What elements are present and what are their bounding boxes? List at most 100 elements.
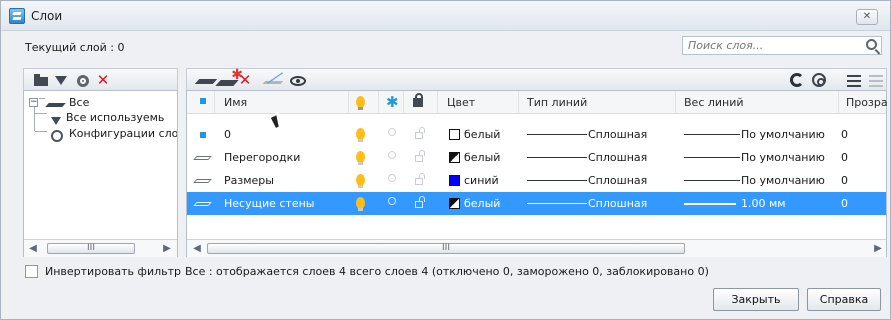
column-separator bbox=[403, 91, 404, 114]
layer-status-icon bbox=[193, 202, 212, 206]
current-layer-label: Текущий слой : 0 bbox=[25, 41, 125, 54]
solid-line-sample bbox=[527, 157, 587, 158]
scroll-right-icon[interactable]: ▶ bbox=[161, 243, 173, 255]
layer-name[interactable]: Размеры bbox=[224, 174, 274, 187]
tree-item-label: Все используемь bbox=[66, 111, 165, 124]
window-title: Слои bbox=[31, 9, 63, 23]
unlock-icon[interactable] bbox=[415, 196, 425, 208]
invert-filter-checkbox[interactable] bbox=[25, 265, 38, 278]
folder-icon[interactable] bbox=[34, 74, 48, 86]
column-separator bbox=[675, 91, 676, 114]
layer-linetype[interactable]: Сплошная bbox=[588, 128, 647, 141]
transparency-header[interactable]: Прозра bbox=[846, 96, 888, 109]
light-bulb-icon[interactable] bbox=[356, 128, 365, 142]
list-view-icon[interactable] bbox=[847, 75, 861, 87]
lineweight-header[interactable]: Вес линий bbox=[684, 96, 744, 109]
layer-transparency[interactable]: 0 bbox=[841, 197, 848, 210]
layer-transparency[interactable]: 0 bbox=[841, 128, 848, 141]
delete-layer-icon[interactable]: ✕ bbox=[238, 73, 252, 88]
visibility-bulb-icon[interactable] bbox=[356, 96, 365, 110]
current-layer-marker-icon bbox=[200, 132, 206, 138]
freeze-sun-icon[interactable] bbox=[388, 174, 396, 182]
layer-lineweight[interactable]: По умолчанию bbox=[741, 174, 825, 187]
color-swatch[interactable] bbox=[449, 129, 460, 140]
table-row-layer-dimensions[interactable]: Размеры синий Сплошная По умолчанию 0 bbox=[187, 169, 886, 192]
color-swatch[interactable] bbox=[449, 175, 460, 186]
help-button[interactable]: Справка bbox=[807, 288, 881, 311]
visibility-eye-icon[interactable] bbox=[290, 76, 306, 86]
solid-line-sample bbox=[527, 203, 587, 204]
tree-item-all-used[interactable]: Все используемь bbox=[24, 111, 177, 127]
layer-color[interactable]: белый bbox=[464, 128, 500, 141]
unlock-icon[interactable] bbox=[415, 150, 425, 162]
current-marker-header-icon bbox=[200, 98, 206, 104]
tree-item-layer-configurations[interactable]: Конфигурации слоев bbox=[24, 127, 177, 143]
layer-linetype[interactable]: Сплошная bbox=[588, 197, 647, 210]
delete-filter-icon[interactable]: ✕ bbox=[96, 73, 110, 88]
layer-linetype[interactable]: Сплошная bbox=[588, 151, 647, 164]
table-horizontal-scrollbar[interactable]: ◀ III ▶ bbox=[187, 239, 886, 257]
table-row-layer-partitions[interactable]: Перегородки белый Сплошная По умолчанию … bbox=[187, 146, 886, 169]
table-row-layer-0[interactable]: 0 белый Сплошная По умолчанию 0 bbox=[187, 123, 886, 146]
layer-icon[interactable] bbox=[194, 79, 218, 84]
solid-line-sample bbox=[527, 134, 587, 135]
layer-color[interactable]: белый bbox=[464, 151, 500, 164]
default-weight-sample bbox=[684, 134, 740, 135]
layer-name[interactable]: 0 bbox=[224, 128, 231, 141]
close-button[interactable]: Закрыть bbox=[713, 288, 799, 311]
freeze-sun-icon[interactable] bbox=[388, 151, 396, 159]
search-icon[interactable] bbox=[866, 39, 877, 50]
layer-transparency[interactable]: 0 bbox=[841, 151, 848, 164]
close-window-button[interactable]: ✕ bbox=[856, 9, 878, 25]
filter-tree: − Все Все используемь Конфигурации слоев… bbox=[23, 90, 178, 257]
refresh-icon[interactable] bbox=[790, 73, 804, 87]
freeze-sun-icon[interactable] bbox=[388, 128, 396, 136]
scroll-right-icon[interactable]: ▶ bbox=[872, 243, 884, 255]
thick-weight-sample bbox=[684, 203, 736, 205]
layer-lineweight[interactable]: По умолчанию bbox=[741, 151, 825, 164]
default-weight-sample bbox=[684, 180, 740, 181]
scroll-left-icon[interactable]: ◀ bbox=[27, 243, 39, 255]
collapse-icon[interactable]: − bbox=[29, 98, 38, 107]
layer-name[interactable]: Перегородки bbox=[224, 151, 300, 164]
table-header: Имя ✱ Цвет Тип линий Вес линий Прозра bbox=[187, 91, 888, 114]
freeze-icon[interactable]: ✱ bbox=[386, 93, 399, 111]
layer-name[interactable]: Несущие стены bbox=[224, 197, 314, 210]
tree-horizontal-scrollbar[interactable]: ◀ III ▶ bbox=[24, 239, 177, 257]
filter-icon[interactable] bbox=[55, 76, 67, 85]
title-bar: Слои ✕ bbox=[1, 1, 890, 31]
layer-linetype[interactable]: Сплошная bbox=[588, 174, 647, 187]
scroll-thumb[interactable]: III bbox=[47, 243, 135, 254]
color-swatch[interactable] bbox=[449, 152, 460, 163]
layer-count-status: Все : отображается слоев 4 всего слоев 4… bbox=[185, 265, 709, 278]
column-separator bbox=[437, 91, 438, 114]
search-input[interactable] bbox=[683, 37, 861, 54]
layer-state-gear-icon[interactable] bbox=[77, 75, 89, 87]
light-bulb-icon[interactable] bbox=[356, 174, 365, 188]
scroll-thumb[interactable]: III bbox=[207, 243, 685, 254]
settings-icon[interactable] bbox=[812, 73, 826, 87]
layer-color[interactable]: синий bbox=[464, 174, 499, 187]
unlock-icon[interactable] bbox=[415, 173, 425, 185]
linetype-header[interactable]: Тип линий bbox=[527, 96, 587, 109]
layer-transparency[interactable]: 0 bbox=[841, 174, 848, 187]
color-swatch[interactable] bbox=[449, 198, 460, 209]
column-separator bbox=[838, 91, 839, 114]
layer-lineweight[interactable]: По умолчанию bbox=[741, 128, 825, 141]
light-bulb-icon[interactable] bbox=[356, 151, 365, 165]
new-layer-icon[interactable] bbox=[215, 80, 239, 86]
freeze-sun-icon[interactable] bbox=[388, 197, 396, 205]
tree-item-all[interactable]: − Все bbox=[24, 96, 177, 112]
color-header[interactable]: Цвет bbox=[447, 96, 475, 109]
scroll-left-icon[interactable]: ◀ bbox=[191, 243, 203, 255]
tree-item-label: Все bbox=[69, 96, 90, 109]
layer-config-icon bbox=[51, 130, 63, 142]
lock-icon[interactable] bbox=[413, 93, 423, 107]
name-header[interactable]: Имя bbox=[224, 96, 247, 109]
layer-lineweight[interactable]: 1.00 мм bbox=[741, 197, 786, 210]
light-bulb-icon[interactable] bbox=[356, 197, 365, 211]
unlock-icon[interactable] bbox=[415, 127, 425, 139]
column-separator bbox=[518, 91, 519, 114]
table-row-layer-load-bearing-walls[interactable]: Несущие стены белый Сплошная 1.00 мм 0 bbox=[187, 192, 886, 215]
layer-color[interactable]: белый bbox=[464, 197, 500, 210]
